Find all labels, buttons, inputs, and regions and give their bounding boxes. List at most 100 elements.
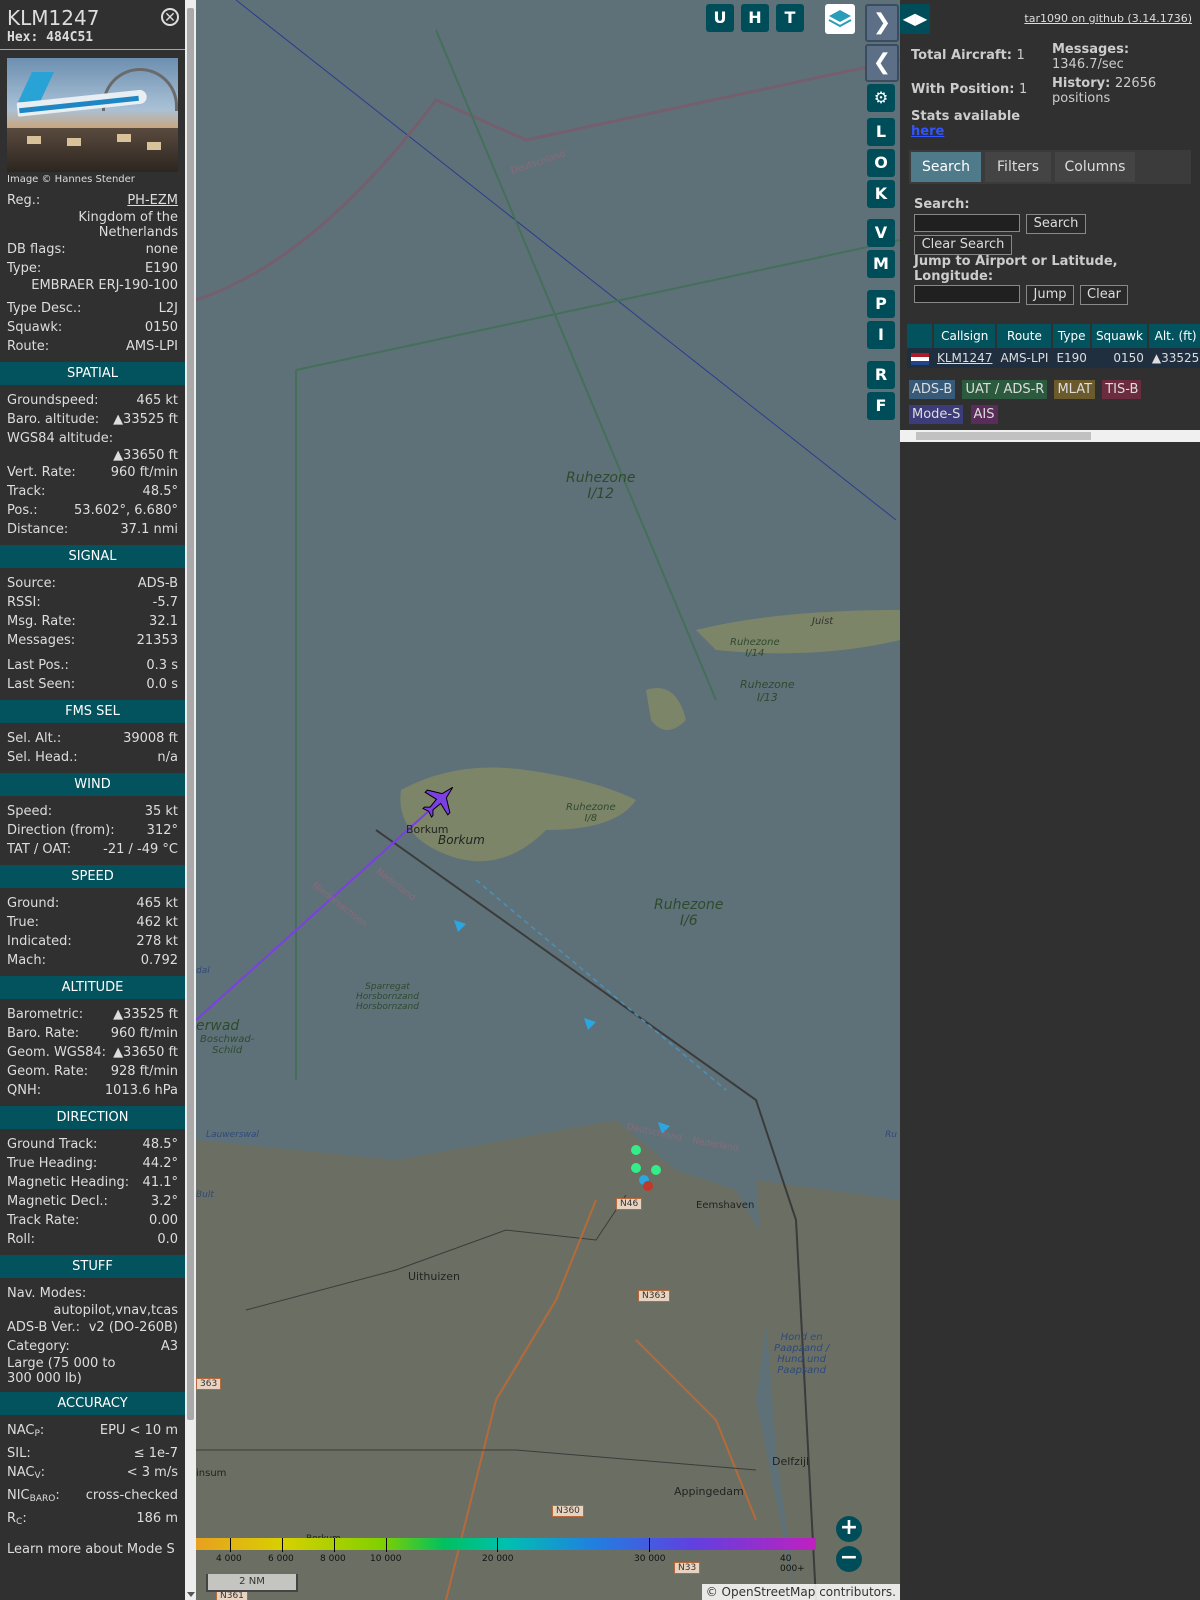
map-button-o[interactable]: O <box>867 149 895 177</box>
jump-button[interactable]: Jump <box>1026 285 1074 305</box>
row-flag <box>907 348 933 368</box>
aircraft-photo[interactable] <box>7 58 178 172</box>
hscroll-thumb[interactable] <box>916 432 1091 440</box>
wgs-alt-row: WGS84 altitude: <box>0 429 185 448</box>
legend-label-40000: 40 000+ <box>780 1554 805 1574</box>
groundspeed-row: Groundspeed: 465 kt <box>0 391 185 410</box>
map-view[interactable]: Ruhezone I/12 Ruhezone I/6 Ruhezone I/14 Ru… <box>196 0 900 1600</box>
adsb-value: v2 (DO-260B) <box>88 1320 178 1335</box>
table-row[interactable]: KLM1247 AMS-LPI E190 0150 ▲33525 <box>907 348 1200 368</box>
badge-ais[interactable]: AIS <box>970 405 998 424</box>
map-button-v[interactable]: V <box>867 219 895 247</box>
land-memmert <box>646 688 686 730</box>
learn-more-link[interactable]: Learn more about Mode S <box>0 1542 185 1557</box>
nic-row: NICBARO: cross-checked <box>0 1486 185 1509</box>
wind-dir-row: Direction (from): 312° <box>0 821 185 840</box>
reg-link[interactable]: PH-EZM <box>127 192 178 209</box>
sil-label: SIL: <box>7 1446 31 1461</box>
legend-label-20000: 20 000 <box>482 1554 514 1564</box>
nl-flag-icon <box>911 352 929 365</box>
close-icon[interactable]: ✕ <box>161 8 179 26</box>
vessel-marker-2[interactable] <box>584 1018 596 1030</box>
nacp-row: NACP: EPU < 10 m <box>0 1421 185 1444</box>
badge-adsb[interactable]: ADS-B <box>909 380 956 399</box>
section-direction: DIRECTION <box>0 1106 185 1129</box>
badge-tisb[interactable]: TIS-B <box>1102 380 1142 399</box>
scrollbar-thumb[interactable] <box>187 8 194 1420</box>
scroll-down-arrow[interactable] <box>187 1592 195 1597</box>
map-button-t[interactable]: T <box>776 4 804 32</box>
mach-label: Mach: <box>7 953 46 968</box>
legend-label-8000: 8 000 <box>320 1554 346 1564</box>
barometric-label: Barometric: <box>7 1007 84 1022</box>
pan-left-button[interactable]: ❮ <box>865 44 899 82</box>
cat-value: A3 <box>160 1339 178 1354</box>
legend-tick-6 <box>649 1538 650 1552</box>
map-button-k[interactable]: K <box>867 180 895 208</box>
col-callsign[interactable]: Callsign <box>933 324 998 348</box>
search-button[interactable]: Search <box>1026 214 1086 234</box>
col-route[interactable]: Route <box>996 324 1054 348</box>
row-callsign[interactable]: KLM1247 <box>933 348 997 368</box>
ind-speed-row: Indicated: 278 kt <box>0 932 185 951</box>
info-panel-scrollbar[interactable] <box>185 0 196 1600</box>
badge-modes[interactable]: Mode-S <box>909 405 964 424</box>
altitude-gradient-bar <box>196 1538 816 1550</box>
col-squawk[interactable]: Squawk <box>1090 324 1149 348</box>
msgrate-row: Msg. Rate: 32.1 <box>0 612 185 631</box>
tab-filters[interactable]: Filters <box>985 152 1051 182</box>
vessel-dot-1[interactable] <box>631 1145 641 1155</box>
map-button-r[interactable]: R <box>867 361 895 389</box>
selected-callsign: KLM1247 <box>7 6 100 30</box>
map-button-h[interactable]: H <box>741 4 769 32</box>
table-hscrollbar[interactable] <box>900 430 1200 442</box>
tab-search[interactable]: Search <box>911 152 981 182</box>
layers-icon[interactable] <box>825 4 855 34</box>
label-appingedam: Appingedam <box>674 1485 744 1498</box>
vessel-dot-5[interactable] <box>643 1181 653 1191</box>
distance-value: 37.1 nmi <box>120 522 178 537</box>
map-button-f[interactable]: F <box>867 392 895 420</box>
stats-here-link[interactable]: here <box>911 124 944 139</box>
land-juist <box>696 610 900 654</box>
search-input[interactable] <box>914 214 1020 232</box>
section-wind: WIND <box>0 773 185 796</box>
baro-alt-label: Baro. altitude: <box>7 412 100 427</box>
badge-mlat[interactable]: MLAT <box>1054 380 1096 399</box>
th-value: 44.2° <box>142 1156 178 1171</box>
messages-row: Messages: 21353 <box>0 631 185 650</box>
github-link[interactable]: tar1090 on github (3.14.1736) <box>1024 12 1192 25</box>
map-button-m[interactable]: M <box>867 250 895 278</box>
vessel-dot-3[interactable] <box>651 1165 661 1175</box>
gear-icon[interactable]: ⚙ <box>867 84 895 112</box>
map-button-l[interactable]: L <box>867 118 895 146</box>
tab-columns[interactable]: Columns <box>1055 152 1135 182</box>
photo-plane-tail <box>18 72 54 102</box>
map-button-u[interactable]: U <box>706 4 734 32</box>
gt-label: Ground Track: <box>7 1137 98 1152</box>
lastseen-label: Last Seen: <box>7 677 76 692</box>
tat-value: -21 / -49 °C <box>103 842 178 857</box>
th-label: True Heading: <box>7 1156 98 1171</box>
pan-right-button[interactable]: ❯ <box>865 4 899 42</box>
col-alt[interactable]: Alt. (ft) <box>1147 324 1200 348</box>
clear-button[interactable]: Clear <box>1080 285 1128 305</box>
aircraft-table: Callsign Route Type Squawk Alt. (ft) KLM… <box>907 324 1200 368</box>
col-type[interactable]: Type <box>1052 324 1092 348</box>
jump-input[interactable] <box>914 285 1020 303</box>
label-bult: Bult <box>196 1190 214 1200</box>
zoom-out-button[interactable]: − <box>836 1546 862 1572</box>
osm-link[interactable]: OpenStreetMap <box>722 1585 816 1599</box>
sidebar-toggle-icon[interactable]: ◀▶ <box>900 4 930 34</box>
vessel-dot-2[interactable] <box>631 1163 641 1173</box>
distance-label: Distance: <box>7 522 69 537</box>
clear-search-button[interactable]: Clear Search <box>914 235 1012 255</box>
groundspeed-value: 465 kt <box>136 393 178 408</box>
zoom-in-button[interactable]: + <box>836 1516 862 1542</box>
legend-tick-2 <box>282 1538 283 1552</box>
badge-uat[interactable]: UAT / ADS-R <box>962 380 1048 399</box>
map-button-p[interactable]: P <box>867 290 895 318</box>
map-button-i[interactable]: I <box>867 321 895 349</box>
label-road-363: 363 <box>196 1378 222 1390</box>
vessel-marker-1[interactable] <box>454 920 466 932</box>
